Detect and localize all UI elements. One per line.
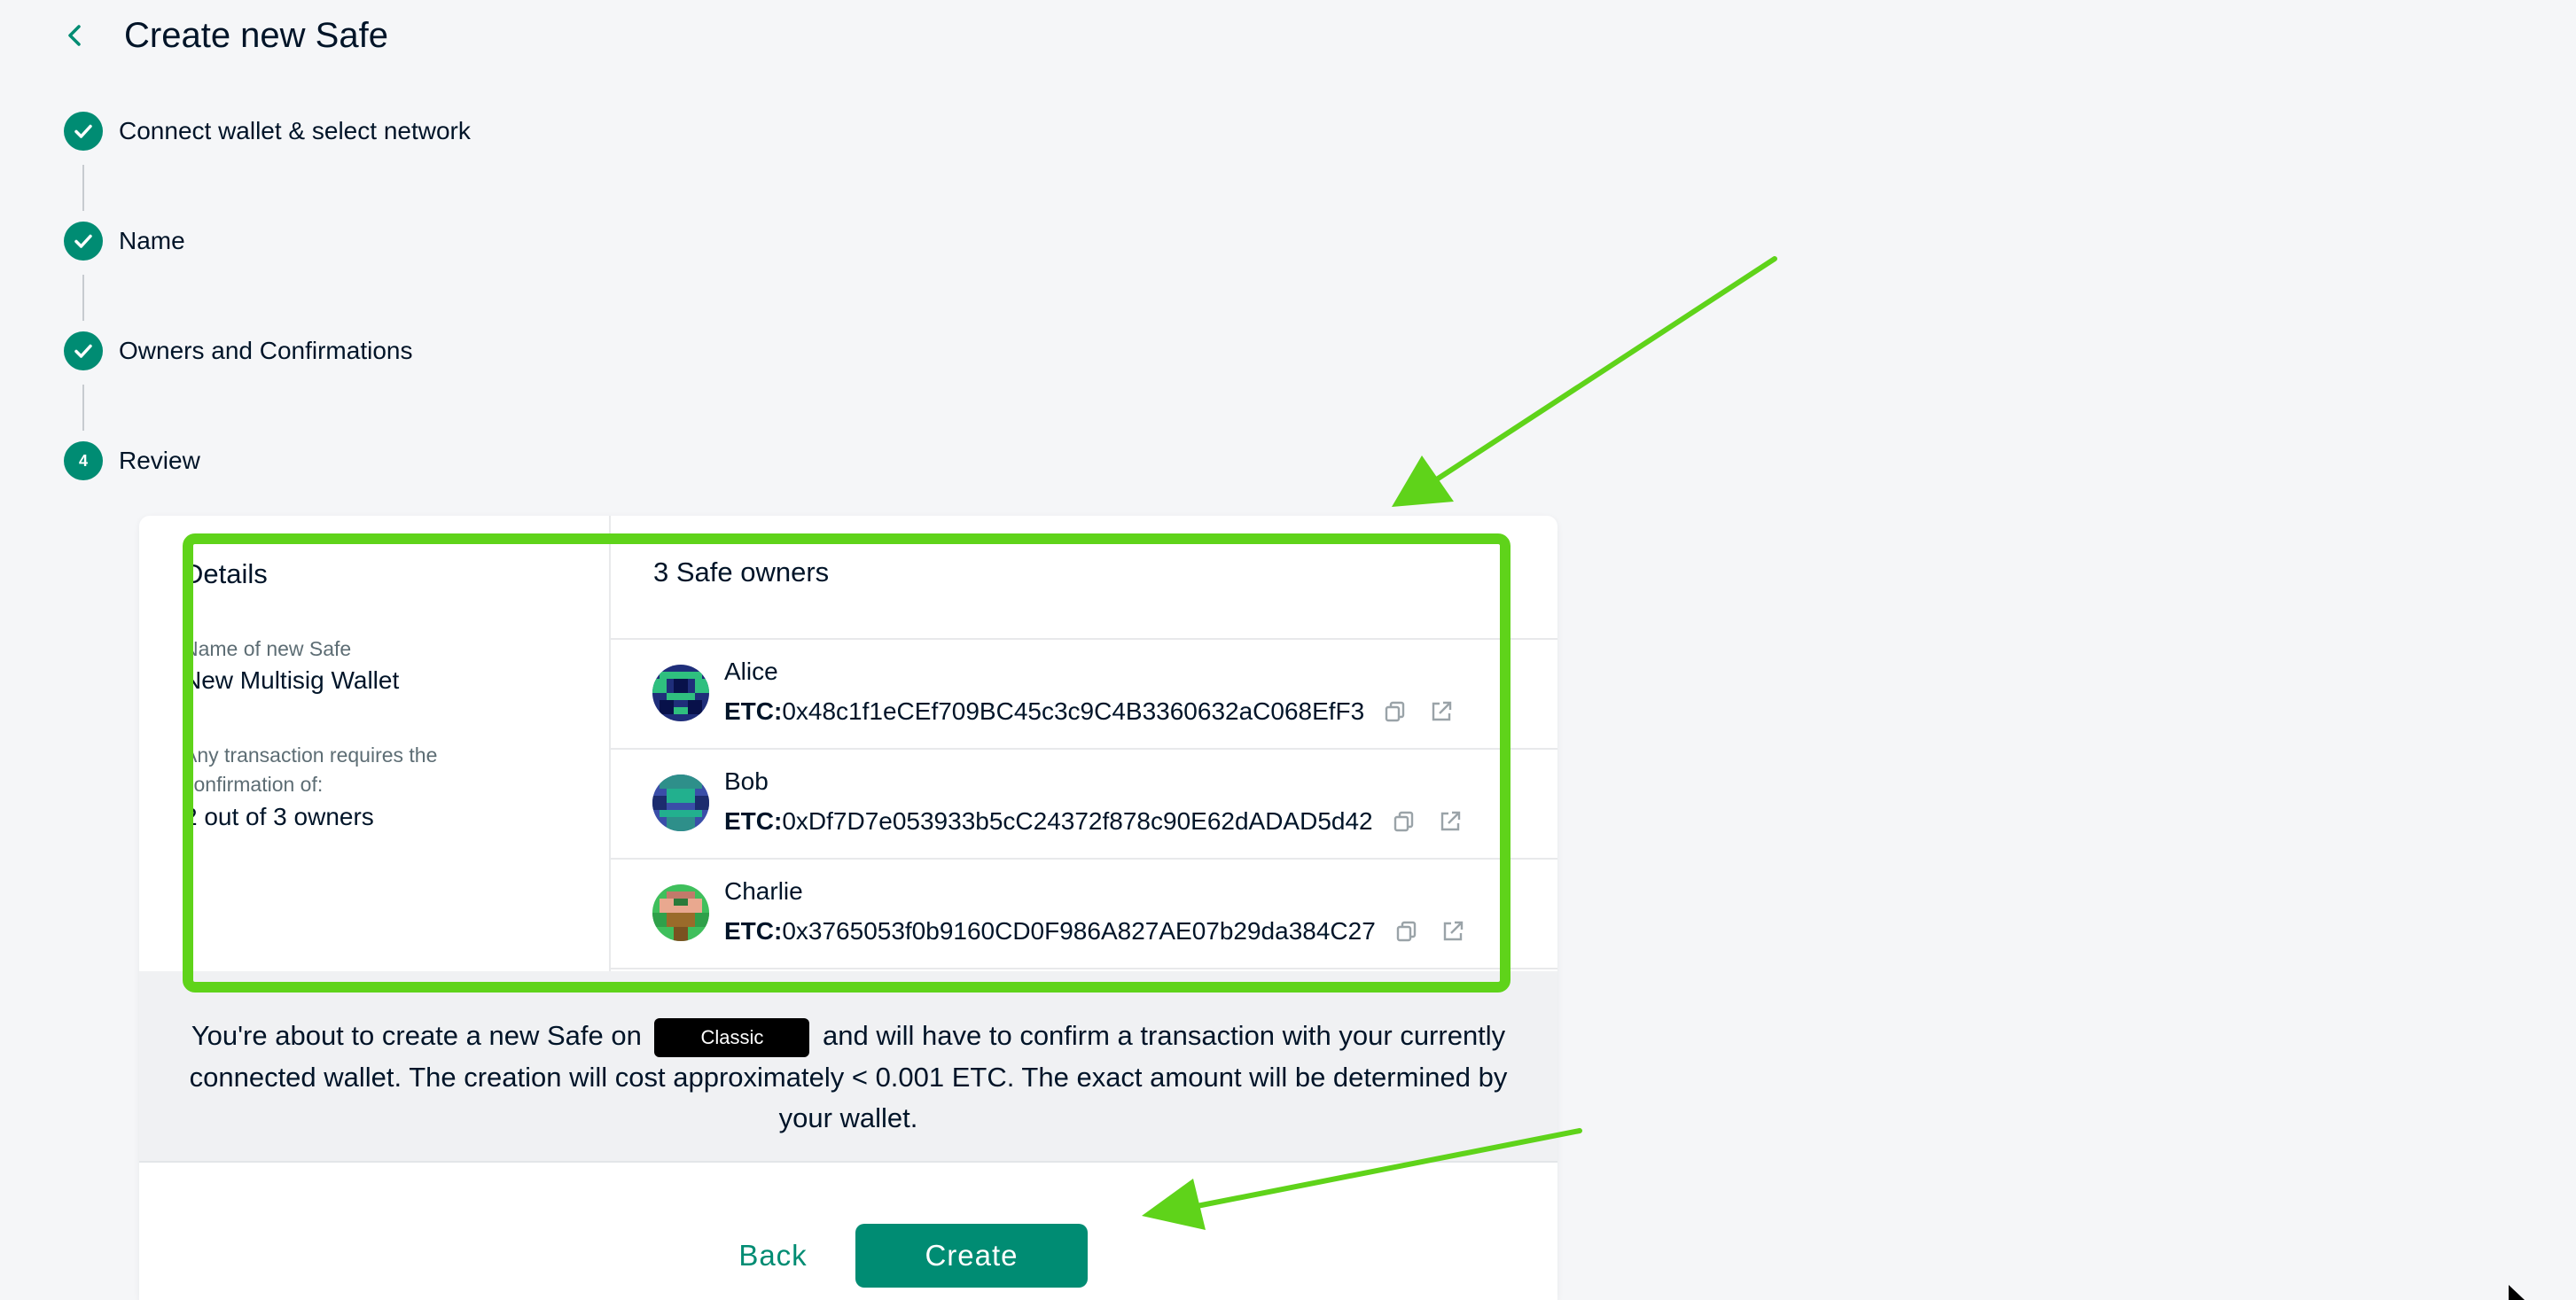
- back-chevron-icon[interactable]: [62, 22, 89, 49]
- owner-address: ETC: 0x3765053f0b9160CD0F986A827AE07b29d…: [724, 916, 1468, 946]
- threshold-value: 2 out of 3 owners: [183, 803, 374, 830]
- step-connector: [82, 165, 84, 211]
- details-panel: Details Name of new Safe New Multisig Wa…: [139, 516, 611, 971]
- external-link-icon[interactable]: [1435, 806, 1465, 837]
- external-link-icon[interactable]: [1438, 916, 1468, 946]
- page-title: Create new Safe: [124, 15, 388, 55]
- step-label: Connect wallet & select network: [119, 117, 471, 144]
- arrow-to-owners: [1425, 256, 1777, 488]
- info-text-part1: You're about to create a new Safe on: [191, 1020, 642, 1051]
- owner-address: ETC: 0x48c1f1eCEf709BC45c3c9C4B3360632aC…: [724, 697, 1456, 727]
- network-chip: Classic: [654, 1017, 810, 1057]
- copy-icon[interactable]: [1392, 916, 1422, 946]
- owner-name: Alice: [724, 658, 778, 685]
- owner-row: Charlie ETC: 0x3765053f0b9160CD0F986A827…: [611, 860, 1557, 969]
- check-icon: [64, 112, 103, 151]
- step-label: Owners and Confirmations: [119, 337, 413, 364]
- owner-row: Alice ETC: 0x48c1f1eCEf709BC45c3c9C4B336…: [611, 640, 1557, 750]
- safe-name-label: Name of new Safe: [183, 637, 352, 660]
- check-icon: [64, 331, 103, 370]
- cursor-icon: [2509, 1285, 2525, 1300]
- owners-panel: 3 Safe owners Alice ETC: 0x48c1f1eCEf709…: [611, 516, 1557, 971]
- identicon-avatar: [652, 665, 709, 721]
- copy-icon[interactable]: [1389, 806, 1419, 837]
- creation-info: You're about to create a new Safe on Cla…: [139, 971, 1557, 1163]
- address-text: 0x3765053f0b9160CD0F986A827AE07b29da384C…: [782, 917, 1376, 945]
- owner-name: Charlie: [724, 877, 803, 905]
- owner-address: ETC: 0xDf7D7e053933b5cC24372f878c90E62dA…: [724, 806, 1465, 837]
- owners-heading: 3 Safe owners: [611, 516, 1557, 640]
- identicon-avatar: [652, 884, 709, 941]
- creation-info-text: You're about to create a new Safe on Cla…: [175, 1016, 1522, 1139]
- owner-row: Bob ETC: 0xDf7D7e053933b5cC24372f878c90E…: [611, 750, 1557, 860]
- step-connector: [82, 385, 84, 431]
- network-prefix: ETC:: [724, 697, 783, 725]
- identicon-avatar: [652, 775, 709, 831]
- network-prefix: ETC:: [724, 807, 783, 835]
- owner-name: Bob: [724, 767, 769, 795]
- external-link-icon[interactable]: [1426, 697, 1456, 727]
- step-label: Name: [119, 227, 185, 254]
- check-icon: [64, 222, 103, 261]
- arrow-to-owners-head: [1392, 455, 1454, 507]
- details-heading: Details: [183, 558, 268, 589]
- threshold-label: Any transaction requires the confirmatio…: [183, 743, 438, 796]
- page-header: Create new Safe: [62, 9, 388, 62]
- address-text: 0x48c1f1eCEf709BC45c3c9C4B3360632aC068Ef…: [782, 697, 1365, 725]
- create-button[interactable]: Create: [855, 1224, 1088, 1288]
- back-button[interactable]: Back: [662, 1225, 884, 1287]
- step-number: 4: [64, 441, 103, 480]
- review-card: Details Name of new Safe New Multisig Wa…: [139, 516, 1557, 1300]
- step-label: Review: [119, 447, 200, 474]
- safe-name-value: New Multisig Wallet: [183, 666, 400, 694]
- network-prefix: ETC:: [724, 917, 783, 945]
- copy-icon[interactable]: [1380, 697, 1410, 727]
- step-connector: [82, 275, 84, 321]
- address-text: 0xDf7D7e053933b5cC24372f878c90E62dADAD5d…: [782, 807, 1373, 835]
